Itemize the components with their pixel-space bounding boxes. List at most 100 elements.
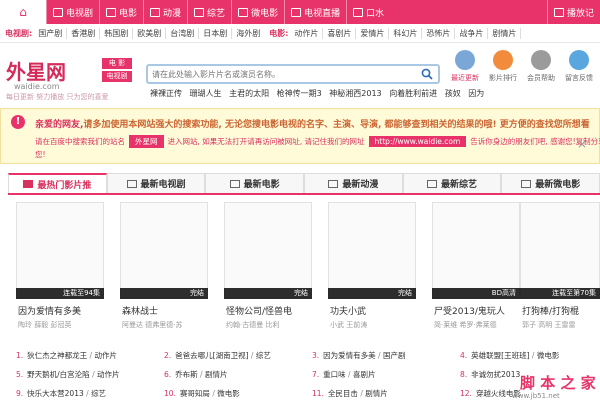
nav-movie[interactable]: 电影 — [99, 0, 143, 24]
movie-cast: 小武 王前涛 — [330, 321, 368, 329]
search-button[interactable] — [416, 66, 438, 82]
list-item[interactable]: 8. 非诚勿扰2013 — [460, 369, 520, 380]
anime-icon — [150, 7, 161, 17]
refresh-icon — [455, 50, 475, 70]
movie-title[interactable]: 尸受2013/鬼玩人 — [434, 304, 505, 317]
nav-variety[interactable]: 综艺 — [187, 0, 231, 24]
movie-cast: 陶玲 薛毅 彭冠英 — [18, 321, 72, 329]
movie-genre-link[interactable]: 爱情片 — [356, 27, 390, 39]
movie-status: 完结 — [328, 288, 416, 299]
list-item[interactable]: 10. 赛哥知局 / 微电影 — [164, 388, 240, 399]
nav-anime[interactable]: 动漫 — [143, 0, 187, 24]
search-input[interactable] — [152, 67, 406, 81]
movie-card[interactable]: 连载至94集 因为爱情有多美 陶玲 薛毅 彭冠英 — [16, 202, 104, 337]
hot-link[interactable]: 裸祼正传 — [150, 89, 182, 98]
notice-line-3: 您! — [35, 150, 46, 159]
logo-domain: waidie.com — [14, 82, 60, 91]
list-item[interactable]: 11. 全民目击 / 剧情片 — [312, 388, 388, 399]
notice-line-1: 亲爱的网友,请多加使用本网站强大的搜索功能, 无论您搜电影电视的名字、主演、导演… — [35, 120, 590, 130]
list-item[interactable]: 1. 狄仁杰之神都龙王 / 动作片 — [16, 350, 117, 361]
list-item[interactable]: 5. 野天鹅机/白宫沦陷 / 动作片 — [16, 369, 120, 380]
nav-live-tv[interactable]: 电视直播 — [284, 0, 346, 24]
tv-genre-link[interactable]: 海外剧 — [232, 28, 264, 39]
alert-icon: ! — [11, 115, 25, 129]
tab-new-movie[interactable]: 最新电影 — [205, 173, 305, 193]
tab-new-variety[interactable]: 最新综艺 — [402, 173, 502, 193]
movie-card[interactable]: 完结 功夫小武 小武 王前涛 — [328, 202, 416, 337]
movie-genre-link[interactable]: 喜剧片 — [323, 27, 357, 39]
top-nav: ⌂ 电视剧 电影 动漫 综艺 微电影 电视直播 口水 播放记 — [0, 0, 600, 24]
movie-poster[interactable] — [520, 202, 600, 298]
movie-genre-link[interactable]: 恐怖片 — [422, 27, 456, 39]
nav-tv[interactable]: 电视剧 — [46, 0, 99, 24]
list-item[interactable]: 6. 乔布斯 / 剧情片 — [164, 369, 227, 380]
close-icon[interactable]: × — [575, 137, 589, 151]
live-tv-icon — [291, 7, 302, 17]
movie-grid: 连载至94集 因为爱情有多美 陶玲 薛毅 彭冠英 完结 森林战士 阿曼达 德弗里… — [16, 202, 600, 337]
notice-line-2: 请在百度中搜索我们的站名 外星网 进入网站, 如果无法打开请再访问被网址, 请记… — [35, 135, 600, 148]
movie-title[interactable]: 打狗棒/打狗棍 — [522, 304, 579, 317]
movie-genre-label: 电影: — [269, 28, 289, 38]
ranking-link[interactable]: 影片排行 — [484, 50, 522, 100]
hot-link[interactable]: 神秘湘西2013 — [329, 89, 381, 98]
movie-card[interactable]: 完结 怪物公司/怪兽电 约翰·古德曼 比利 — [224, 202, 312, 337]
tv-icon — [126, 179, 137, 188]
tv-genre-link[interactable]: 日本剧 — [199, 27, 233, 39]
film-icon — [229, 179, 240, 188]
movie-card[interactable]: 完结 森林战士 阿曼达 德弗里德·苏 — [120, 202, 208, 337]
list-item[interactable]: 4. 英雄联盟[王班班] / 微电影 — [460, 350, 559, 361]
tv-genre-link[interactable]: 台湾剧 — [166, 27, 200, 39]
nav-koushui[interactable]: 口水 — [346, 0, 390, 24]
list-item[interactable]: 7. 重口味 / 喜剧片 — [312, 369, 375, 380]
movie-poster[interactable] — [16, 202, 104, 298]
list-item[interactable]: 3. 因为爱情有多美 / 国产剧 — [312, 350, 405, 361]
hot-link[interactable]: 枪神传一期3 — [277, 89, 322, 98]
movie-status: BD高清 — [432, 288, 520, 299]
tv-genre-link[interactable]: 国产剧 — [34, 27, 68, 39]
movie-genre-link[interactable]: 剧情片 — [488, 27, 522, 39]
tv-genre-label: 电视剧: — [5, 28, 33, 38]
list-item[interactable]: 9. 快乐大本营2013 / 综艺 — [16, 388, 106, 399]
movie-genre-link[interactable]: 科幻片 — [389, 27, 423, 39]
movie-poster[interactable] — [224, 202, 312, 298]
latest-updates-link[interactable]: 最近更新 — [446, 50, 484, 100]
tv-genre-link[interactable]: 欧美剧 — [133, 27, 167, 39]
nav-history[interactable]: 播放记 — [546, 0, 600, 24]
hot-search-links: 裸祼正传 珊瑚人生 主君的太阳 枪神传一期3 神秘湘西2013 向着胜利前进 孩… — [150, 88, 489, 99]
tv-genre-link[interactable]: 韩国剧 — [100, 27, 134, 39]
movie-title[interactable]: 怪物公司/怪兽电 — [226, 304, 292, 317]
tab-new-micro-film[interactable]: 最新微电影 — [501, 173, 600, 193]
tab-new-anime[interactable]: 最新动漫 — [304, 173, 403, 193]
list-item[interactable]: 2. 爸爸去哪儿[湖南卫视] / 综艺 — [164, 350, 271, 361]
hot-link[interactable]: 主君的太阳 — [229, 89, 269, 98]
hot-link[interactable]: 向着胜利前进 — [389, 89, 437, 98]
movie-cast: 郭子 高明 王雷雷 — [522, 321, 576, 329]
message-icon — [569, 50, 589, 70]
tab-hot[interactable]: 最热门影片推 — [8, 173, 107, 193]
movie-card[interactable]: 连载至第70集 打狗棒/打狗棍 郭子 高明 王雷雷 — [520, 202, 600, 337]
clock-icon — [553, 7, 564, 17]
site-logo[interactable]: 外星网 waidie.com 电 影 电视剧 每日更新 努力播放 只为您的喜爱 — [6, 56, 132, 101]
movie-genre-link[interactable]: 动作片 — [290, 27, 324, 39]
movie-poster[interactable] — [120, 202, 208, 298]
movie-title[interactable]: 森林战士 — [122, 304, 158, 317]
logo-tag-movie: 电 影 — [102, 58, 132, 69]
home-icon[interactable]: ⌂ — [0, 0, 46, 24]
movie-genre-link[interactable]: 战争片 — [455, 27, 489, 39]
nav-micro-film[interactable]: 微电影 — [231, 0, 284, 24]
movie-poster[interactable] — [432, 202, 520, 298]
tv-genre-link[interactable]: 香港剧 — [67, 27, 101, 39]
site-url-box[interactable]: http://www.waidie.com — [368, 136, 467, 147]
movie-poster[interactable] — [328, 202, 416, 298]
content-tabs: 最热门影片推 最新电视剧 最新电影 最新动漫 最新综艺 最新微电影 — [8, 173, 600, 195]
movie-title[interactable]: 功夫小武 — [330, 304, 366, 317]
movie-title[interactable]: 因为爱情有多美 — [18, 304, 81, 317]
movie-card[interactable]: BD高清 尸受2013/鬼玩人 简·莱维 希罗·弗莱德 — [432, 202, 520, 337]
member-help-link[interactable]: 会员帮助 — [522, 50, 560, 100]
movie-status: 连载至第70集 — [520, 288, 600, 299]
film-icon — [106, 7, 117, 17]
hot-link[interactable]: 珊瑚人生 — [190, 89, 222, 98]
feedback-link[interactable]: 留言反馈 — [560, 50, 598, 100]
tab-new-tv[interactable]: 最新电视剧 — [106, 173, 206, 193]
notice-banner: ! 亲爱的网友,请多加使用本网站强大的搜索功能, 无论您搜电影电视的名字、主演、… — [0, 108, 600, 164]
